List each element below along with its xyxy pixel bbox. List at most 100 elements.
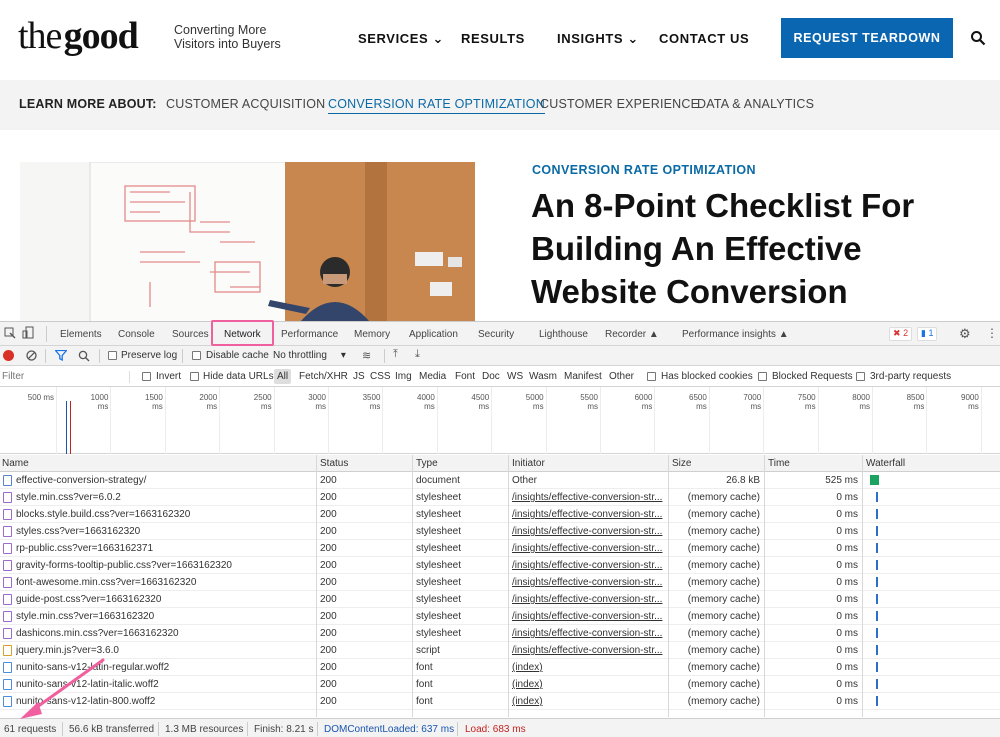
nav-results-label: RESULTS (461, 31, 525, 46)
disable-cache-checkbox[interactable] (192, 351, 201, 360)
filter-funnel-icon[interactable] (55, 350, 67, 361)
row-initiator[interactable]: /insights/effective-conversion-str... (512, 611, 664, 622)
error-icon: ✖ (893, 328, 901, 338)
row-time: 0 ms (836, 560, 858, 571)
tab-security[interactable]: Security (478, 329, 514, 340)
table-row[interactable]: nunito-sans-v12-latin-italic.woff2 200 fon… (0, 676, 1000, 693)
record-icon[interactable] (3, 350, 14, 361)
preserve-log-checkbox[interactable] (108, 351, 117, 360)
tab-memory[interactable]: Memory (354, 329, 390, 340)
topic-customer-experience[interactable]: CUSTOMER EXPERIENCE (540, 97, 699, 111)
filter-type-fetch-xhr[interactable]: Fetch/XHR (299, 371, 348, 382)
tab-recorder[interactable]: Recorder ▲ (605, 329, 659, 340)
has-blocked-cookies-checkbox[interactable] (647, 372, 656, 381)
row-status: 200 (320, 594, 337, 605)
clear-icon[interactable] (26, 350, 37, 361)
row-initiator[interactable]: (index) (512, 679, 664, 690)
filter-type-wasm[interactable]: Wasm (529, 371, 557, 382)
row-initiator[interactable]: /insights/effective-conversion-str... (512, 645, 664, 656)
error-counter[interactable]: ✖ 2 (889, 327, 913, 341)
network-conditions-icon[interactable]: ≋ (362, 349, 371, 362)
filter-type-other[interactable]: Other (609, 371, 634, 382)
filter-type-css[interactable]: CSS (370, 371, 391, 382)
timeline-gridline (708, 387, 710, 454)
topic-conversion-rate-optimization[interactable]: CONVERSION RATE OPTIMIZATION (328, 97, 545, 114)
row-initiator[interactable]: /insights/effective-conversion-str... (512, 492, 664, 503)
timeline-tick-label: 2500 ms (253, 393, 272, 411)
tab-performance[interactable]: Performance (281, 329, 338, 340)
table-row[interactable]: nunito-sans-v12-latin-800.woff2 200 font (i… (0, 693, 1000, 710)
row-initiator[interactable]: /insights/effective-conversion-str... (512, 543, 664, 554)
filter-input[interactable]: Filter (2, 371, 130, 383)
topic-data-analytics[interactable]: DATA & ANALYTICS (697, 97, 814, 111)
table-row[interactable]: gravity-forms-tooltip-public.css?ver=166… (0, 557, 1000, 574)
row-initiator[interactable]: /insights/effective-conversion-str... (512, 577, 664, 588)
tab-application[interactable]: Application (409, 329, 458, 340)
export-har-icon[interactable]: ⤓ (415, 348, 420, 361)
hide-data-urls-checkbox[interactable] (190, 372, 199, 381)
filter-type-doc[interactable]: Doc (482, 371, 500, 382)
table-row[interactable]: styles.css?ver=1663162320 200 stylesheet/i… (0, 523, 1000, 540)
table-row[interactable]: guide-post.css?ver=1663162320 200 styleshe… (0, 591, 1000, 608)
column-waterfall[interactable]: Waterfall (866, 458, 905, 469)
timeline-tick-label: 2000 ms (199, 393, 218, 411)
table-row[interactable]: jquery.min.js?ver=3.6.0 200 script/insight… (0, 642, 1000, 659)
row-initiator[interactable]: /insights/effective-conversion-str... (512, 526, 664, 537)
settings-gear-icon[interactable]: ⚙ (959, 326, 971, 342)
row-initiator[interactable]: (index) (512, 662, 664, 673)
network-overview-timeline[interactable]: 500 ms 1000 ms 1500 ms 2000 ms 2500 ms 3000 m… (0, 387, 1000, 454)
filter-type-ws[interactable]: WS (507, 371, 523, 382)
import-har-icon[interactable]: ⤒ (393, 348, 398, 361)
column-type[interactable]: Type (416, 458, 438, 469)
nav-contact-us[interactable]: CONTACT US (659, 31, 749, 46)
third-party-checkbox[interactable] (856, 372, 865, 381)
message-counter[interactable]: ▮ 1 (917, 327, 938, 341)
row-initiator[interactable]: (index) (512, 696, 664, 707)
column-initiator[interactable]: Initiator (512, 458, 545, 469)
table-row[interactable]: rp-public.css?ver=1663162371 200 styleshee… (0, 540, 1000, 557)
request-teardown-button[interactable]: REQUEST TEARDOWN (781, 18, 953, 58)
column-size[interactable]: Size (672, 458, 691, 469)
throttling-select[interactable]: No throttling ▾ (273, 350, 346, 361)
filter-type-all[interactable]: All (274, 369, 292, 384)
table-row[interactable]: style.min.css?ver=6.0.2 200 stylesheet/ins… (0, 489, 1000, 506)
table-row[interactable]: effective-conversion-strategy/200 documen… (0, 472, 1000, 489)
tab-console[interactable]: Console (118, 329, 155, 340)
table-row[interactable]: blocks.style.build.css?ver=1663162320 200… (0, 506, 1000, 523)
more-options-icon[interactable]: ⋮ (986, 326, 998, 340)
filter-type-js[interactable]: JS (353, 371, 365, 382)
table-row[interactable]: font-awesome.min.css?ver=1663162320 200 st… (0, 574, 1000, 591)
device-toolbar-icon[interactable] (22, 326, 35, 340)
filter-type-font[interactable]: Font (455, 371, 475, 382)
row-initiator[interactable]: /insights/effective-conversion-str... (512, 594, 664, 605)
row-initiator[interactable]: /insights/effective-conversion-str... (512, 560, 664, 571)
table-row[interactable]: style.min.css?ver=1663162320 200 styleshee… (0, 608, 1000, 625)
tab-sources[interactable]: Sources (172, 329, 209, 340)
tab-elements[interactable]: Elements (60, 329, 102, 340)
filter-type-media[interactable]: Media (419, 371, 446, 382)
filter-type-img[interactable]: Img (395, 371, 412, 382)
article-category[interactable]: CONVERSION RATE OPTIMIZATION (532, 163, 756, 177)
summary-requests: 61 requests (4, 724, 57, 735)
nav-services[interactable]: SERVICES ⌄ (358, 31, 444, 47)
table-row[interactable]: nunito-sans-v12-latin-regular.woff2 200 fo… (0, 659, 1000, 676)
search-icon[interactable] (970, 30, 986, 46)
column-status[interactable]: Status (320, 458, 348, 469)
blocked-requests-checkbox[interactable] (758, 372, 767, 381)
nav-results[interactable]: RESULTS (461, 31, 525, 46)
tab-performance-insights[interactable]: Performance insights ▲ (682, 329, 789, 340)
topic-customer-acquisition[interactable]: CUSTOMER ACQUISITION (166, 97, 325, 111)
table-row[interactable]: dashicons.min.css?ver=1663162320 200 style… (0, 625, 1000, 642)
tab-lighthouse[interactable]: Lighthouse (539, 329, 588, 340)
column-time[interactable]: Time (768, 458, 790, 469)
row-initiator[interactable]: /insights/effective-conversion-str... (512, 509, 664, 520)
row-initiator[interactable]: /insights/effective-conversion-str... (512, 628, 664, 639)
inspect-element-icon[interactable] (4, 327, 16, 339)
search-icon[interactable] (78, 350, 90, 362)
invert-checkbox[interactable] (142, 372, 151, 381)
nav-insights[interactable]: INSIGHTS ⌄ (557, 31, 639, 47)
row-time: 0 ms (836, 645, 858, 656)
filter-type-manifest[interactable]: Manifest (564, 371, 602, 382)
column-name[interactable]: Name (2, 458, 29, 469)
site-logo[interactable]: the good (18, 14, 139, 58)
